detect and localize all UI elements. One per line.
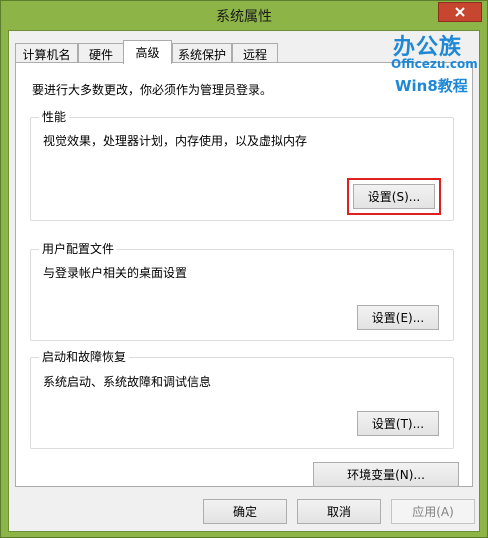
dialog-client-area: 计算机名 硬件 高级 系统保护 远程 要进行大多数更改，你必须作为管理员登录。 …	[8, 30, 480, 532]
startup-recovery-title: 启动和故障恢复	[39, 350, 130, 364]
window-title: 系统属性	[216, 9, 272, 25]
user-profiles-settings-button[interactable]: 设置(E)...	[357, 305, 439, 330]
performance-desc: 视觉效果，处理器计划，内存使用，以及虚拟内存	[43, 134, 308, 148]
apply-button[interactable]: 应用(A)	[391, 499, 475, 524]
ok-button[interactable]: 确定	[203, 499, 287, 524]
tab-computer-name[interactable]: 计算机名	[15, 43, 78, 63]
system-properties-window: 系统属性 计算机名 硬件 高级 系统保护 远程 要进行大多数更改，你必须作为管理…	[0, 0, 488, 538]
watermark-domain: Officezu.com	[391, 57, 478, 71]
tab-remote[interactable]: 远程	[232, 43, 278, 63]
title-bar[interactable]: 系统属性	[1, 1, 487, 29]
user-profiles-group: 用户配置文件 与登录帐户相关的桌面设置 设置(E)...	[30, 242, 454, 341]
advanced-tab-panel: 要进行大多数更改，你必须作为管理员登录。 性能 视觉效果，处理器计划，内存使用，…	[15, 62, 473, 487]
performance-group: 性能 视觉效果，处理器计划，内存使用，以及虚拟内存 设置(S)...	[30, 110, 454, 221]
watermark-logo: 办公族 Officezu.com Win8教程	[385, 29, 485, 97]
tab-hardware[interactable]: 硬件	[78, 43, 124, 63]
highlight-box	[347, 178, 441, 215]
cancel-button[interactable]: 取消	[297, 499, 381, 524]
user-profiles-title: 用户配置文件	[39, 242, 118, 256]
startup-recovery-group: 启动和故障恢复 系统启动、系统故障和调试信息 设置(T)...	[30, 350, 454, 449]
admin-note: 要进行大多数更改，你必须作为管理员登录。	[32, 83, 273, 97]
environment-variables-button[interactable]: 环境变量(N)...	[313, 462, 459, 487]
startup-recovery-desc: 系统启动、系统故障和调试信息	[43, 375, 212, 389]
close-icon	[455, 7, 465, 17]
user-profiles-desc: 与登录帐户相关的桌面设置	[43, 266, 188, 280]
watermark-bottom: Win8教程	[395, 77, 468, 95]
tab-advanced[interactable]: 高级	[123, 40, 172, 64]
startup-recovery-settings-button[interactable]: 设置(T)...	[357, 411, 439, 436]
close-button[interactable]	[438, 2, 482, 22]
performance-title: 性能	[39, 110, 70, 124]
tab-system-protection[interactable]: 系统保护	[172, 43, 232, 63]
